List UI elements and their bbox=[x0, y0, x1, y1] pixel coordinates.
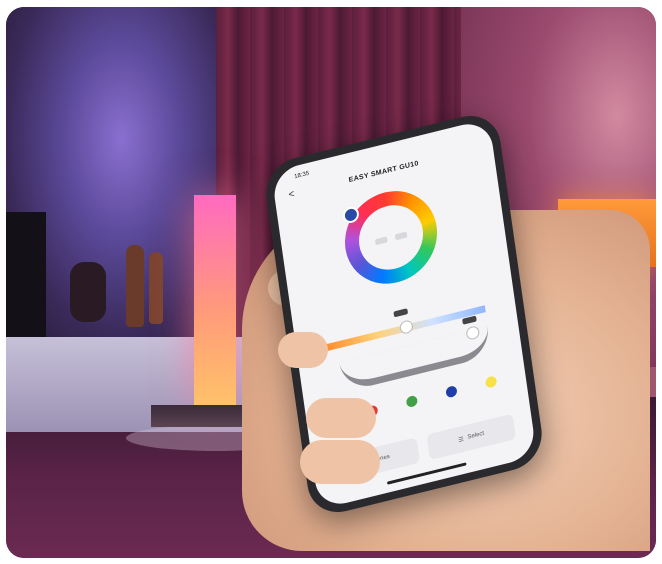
finger bbox=[278, 332, 328, 368]
status-time: 18:35 bbox=[293, 170, 310, 181]
finger bbox=[306, 398, 376, 438]
power-icon[interactable] bbox=[394, 231, 408, 241]
slider-value-tag bbox=[462, 315, 477, 325]
power-icon[interactable] bbox=[374, 236, 388, 246]
vase bbox=[149, 252, 163, 324]
select-button[interactable]: ☰ Select bbox=[426, 413, 517, 461]
television bbox=[6, 212, 46, 337]
color-swatch-yellow[interactable] bbox=[484, 375, 498, 389]
vase bbox=[70, 262, 106, 322]
thumb bbox=[300, 440, 380, 484]
floor-lamp bbox=[194, 195, 236, 405]
color-swatch-green[interactable] bbox=[405, 394, 419, 409]
color-wheel-center bbox=[354, 198, 428, 277]
color-swatch-blue[interactable] bbox=[445, 385, 458, 399]
color-wheel[interactable] bbox=[339, 181, 443, 294]
vase bbox=[126, 245, 144, 327]
list-icon: ☰ bbox=[457, 436, 465, 444]
color-wheel-handle[interactable] bbox=[341, 205, 360, 225]
select-label: Select bbox=[467, 430, 485, 441]
color-temperature-handle[interactable] bbox=[399, 319, 414, 335]
